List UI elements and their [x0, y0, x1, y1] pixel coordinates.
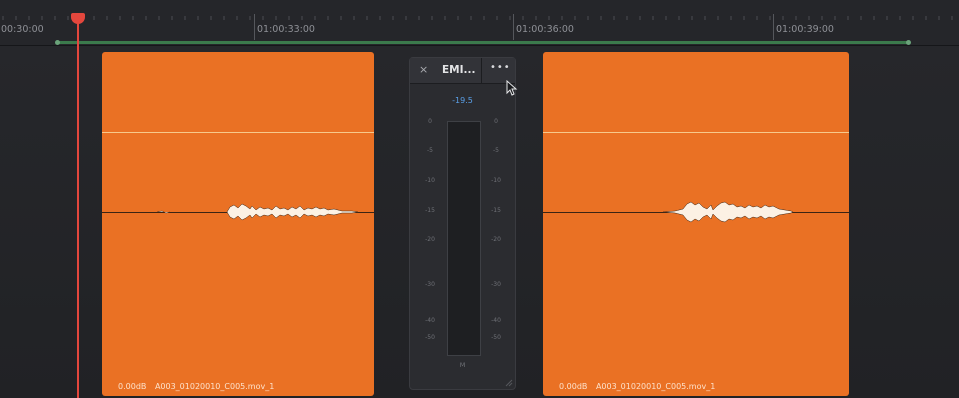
clip-volume-line[interactable] — [543, 132, 849, 133]
render-range-bar[interactable] — [55, 40, 911, 45]
meter-channel-label: M — [459, 361, 466, 369]
timecode-tick — [773, 14, 774, 40]
audio-clip-2[interactable]: 0.00dB A003_01020010_C005.mov_1 — [543, 52, 849, 396]
meter-scale-right-20: -20 — [491, 236, 501, 243]
meter-scale-right-30: -30 — [491, 281, 501, 288]
meter-panel-title: EMI... — [442, 64, 476, 76]
meter-scale-right-5: -5 — [493, 147, 499, 154]
clip-name: A003_01020010_C005.mov_1 — [595, 382, 716, 391]
meter-scale-left-5: -5 — [427, 147, 433, 154]
clip-footer: 0.00dB A003_01020010_C005.mov_1 — [102, 378, 374, 396]
meter-scale-left-20: -20 — [425, 236, 435, 243]
timecode-label-4: 01:00:39:00 — [776, 24, 834, 35]
audio-meter-panel[interactable]: × EMI... ••• -19.5 0 -5 -10 -15 -20 -30 … — [409, 57, 516, 390]
timecode-label-3: 01:00:36:00 — [516, 24, 574, 35]
timecode-tick — [254, 14, 255, 40]
close-icon[interactable]: × — [419, 63, 428, 76]
meter-scale-left-15: -15 — [425, 207, 435, 214]
meter-panel-header[interactable]: × EMI... ••• — [410, 58, 515, 84]
clip-gain-label: 0.00dB — [118, 382, 147, 391]
clip-name: A003_01020010_C005.mov_1 — [154, 382, 275, 391]
timeline-ruler[interactable]: 00:30:00 01:00:33:00 01:00:36:00 01:00:3… — [0, 0, 959, 46]
meter-scale-right-15: -15 — [491, 207, 501, 214]
meter-scale-right-50: -50 — [491, 334, 501, 341]
resize-grip-icon[interactable] — [503, 377, 513, 387]
meter-scale-left-50: -50 — [425, 334, 435, 341]
audio-waveform — [156, 203, 359, 221]
clip-footer: 0.00dB A003_01020010_C005.mov_1 — [543, 378, 849, 396]
timecode-label-1: 00:30:00 — [1, 24, 44, 35]
mouse-pointer-icon — [506, 80, 518, 96]
meter-scale-left-30: -30 — [425, 281, 435, 288]
more-options-icon[interactable]: ••• — [490, 62, 511, 73]
meter-scale-right-40: -40 — [491, 317, 501, 324]
meter-scale-left-40: -40 — [425, 317, 435, 324]
range-start-handle[interactable] — [55, 40, 60, 45]
timecode-tick — [513, 14, 514, 40]
range-end-handle[interactable] — [906, 40, 911, 45]
clip-volume-line[interactable] — [102, 132, 374, 133]
audio-clip-1[interactable]: 0.00dB A003_01020010_C005.mov_1 — [102, 52, 374, 396]
timecode-label-2: 01:00:33:00 — [257, 24, 315, 35]
meter-scale-left-0: 0 — [428, 118, 432, 125]
playhead-line[interactable] — [77, 18, 79, 398]
meter-scale-right-0: 0 — [494, 118, 498, 125]
header-divider — [481, 58, 482, 84]
meter-scale-right-10: -10 — [491, 177, 501, 184]
clip-gain-label: 0.00dB — [559, 382, 588, 391]
meter-scale-left-10: -10 — [425, 177, 435, 184]
meter-peak-readout: -19.5 — [452, 96, 473, 105]
audio-waveform — [662, 201, 794, 223]
level-meter-bar — [447, 121, 481, 356]
